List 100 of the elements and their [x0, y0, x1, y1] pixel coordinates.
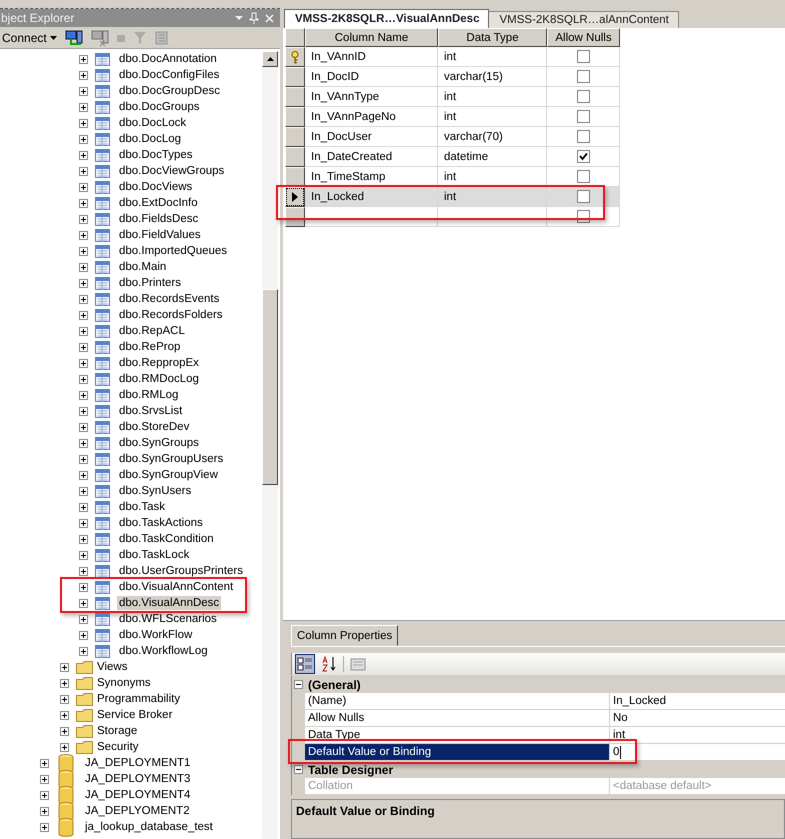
table-cell[interactable]: int — [438, 87, 547, 107]
tree-item[interactable]: dbo.WFLScenarios — [117, 612, 219, 626]
tree-item[interactable]: dbo.DocLog — [117, 132, 184, 146]
expand-icon[interactable] — [79, 598, 88, 608]
tree-item[interactable]: Storage — [95, 724, 140, 738]
tree-item[interactable]: dbo.UserGroupsPrinters — [117, 564, 245, 578]
expand-icon[interactable] — [60, 662, 69, 672]
expand-icon[interactable] — [60, 694, 69, 704]
expand-icon[interactable] — [79, 518, 88, 528]
row-header[interactable] — [285, 87, 305, 107]
expand-icon[interactable] — [79, 358, 88, 368]
tree-item[interactable]: JA_DEPLOYMENT1 — [83, 756, 192, 770]
row-header[interactable] — [285, 127, 305, 147]
tree-item[interactable]: dbo.StoreDev — [117, 420, 192, 434]
document-tab[interactable]: VMSS-2K8SQLR…VisualAnnDesc — [284, 9, 490, 28]
checkbox[interactable] — [576, 190, 590, 203]
expand-icon[interactable] — [79, 390, 88, 400]
expand-icon[interactable] — [79, 438, 88, 448]
tree-item[interactable]: dbo.DocGroups — [117, 100, 202, 114]
expand-icon[interactable] — [79, 294, 88, 304]
property-value[interactable]: 0 — [613, 746, 620, 758]
tree-item[interactable]: dbo.SynGroupUsers — [117, 452, 226, 466]
property-value[interactable]: int — [613, 729, 626, 741]
expand-icon[interactable] — [79, 198, 88, 208]
tree-item[interactable]: dbo.WorkflowLog — [117, 644, 210, 658]
expand-icon[interactable] — [79, 614, 88, 624]
expand-icon[interactable] — [60, 742, 69, 752]
tree-item[interactable]: Service Broker — [95, 708, 174, 722]
expand-icon[interactable] — [79, 86, 88, 96]
expand-icon[interactable] — [79, 422, 88, 432]
tree-item[interactable]: dbo.ExtDocInfo — [117, 196, 200, 210]
row-header[interactable] — [285, 147, 305, 167]
scrollbar-thumb[interactable] — [262, 289, 278, 485]
table-cell[interactable]: In_VAnnType — [305, 87, 438, 107]
checkbox[interactable] — [576, 50, 590, 63]
expand-icon[interactable] — [79, 246, 88, 256]
expand-icon[interactable] — [79, 54, 88, 64]
table-cell[interactable]: varchar(70) — [438, 127, 547, 147]
expand-icon[interactable] — [40, 822, 49, 832]
tree-item[interactable]: ja_lookup_database_test — [83, 820, 215, 834]
property-name[interactable]: Allow Nulls — [305, 710, 610, 727]
row-header[interactable] — [285, 47, 305, 67]
expand-icon[interactable] — [79, 230, 88, 240]
document-tab[interactable]: VMSS-2K8SQLR…alAnnContent — [488, 11, 679, 28]
tree-item[interactable]: dbo.SynGroups — [117, 436, 201, 450]
property-name[interactable]: (Name) — [305, 693, 610, 710]
tree-item[interactable]: dbo.ImportedQueues — [117, 244, 230, 258]
tree-item[interactable]: dbo.VisualAnnDesc — [117, 596, 222, 610]
tree-item[interactable]: dbo.DocViewGroups — [117, 164, 226, 178]
checkbox[interactable] — [576, 170, 590, 183]
connect-button[interactable]: Connect — [0, 30, 59, 44]
properties-tab[interactable]: Column Properties — [291, 625, 398, 646]
expand-icon[interactable] — [40, 790, 49, 800]
tree-item[interactable]: dbo.RMLog — [117, 388, 180, 402]
tree-item[interactable]: dbo.WorkFlow — [117, 628, 194, 642]
tree-item[interactable]: Security — [95, 740, 141, 754]
checkbox[interactable] — [576, 130, 590, 143]
tree-item[interactable]: dbo.DocAnnotation — [117, 52, 219, 66]
expand-icon[interactable] — [79, 134, 88, 144]
expand-icon[interactable] — [79, 70, 88, 80]
column-header[interactable]: Data Type — [438, 28, 547, 47]
table-cell[interactable]: datetime — [438, 147, 547, 167]
expand-icon[interactable] — [79, 374, 88, 384]
table-cell[interactable]: In_VAnnID — [305, 47, 438, 67]
tree-item[interactable]: JA_DEPLYOMENT2 — [83, 804, 192, 818]
expand-icon[interactable] — [79, 566, 88, 576]
table-cell[interactable]: int — [438, 47, 547, 67]
tree-item[interactable]: dbo.TaskCondition — [117, 532, 216, 546]
expand-icon[interactable] — [79, 630, 88, 640]
pin-icon[interactable] — [249, 12, 259, 24]
expand-icon[interactable] — [60, 710, 69, 720]
column-header[interactable]: Column Name — [305, 28, 438, 47]
tree-item[interactable]: Programmability — [95, 692, 182, 706]
expand-icon[interactable] — [79, 406, 88, 416]
table-cell[interactable]: varchar(15) — [438, 67, 547, 87]
tree-item[interactable]: dbo.SrvsList — [117, 404, 184, 418]
column-header[interactable]: Allow Nulls — [547, 28, 620, 47]
tree-item[interactable]: JA_DEPLOYMENT3 — [83, 772, 192, 786]
table-cell[interactable]: In_DateCreated — [305, 147, 438, 167]
expand-icon[interactable] — [79, 118, 88, 128]
expand-icon[interactable] — [60, 678, 69, 688]
expand-icon[interactable] — [40, 758, 49, 768]
checkbox[interactable] — [576, 110, 590, 123]
expand-icon[interactable] — [79, 454, 88, 464]
tree-item[interactable]: dbo.FieldValues — [117, 228, 203, 242]
categorized-button[interactable] — [295, 654, 315, 674]
expand-icon[interactable] — [79, 582, 88, 592]
expand-icon[interactable] — [79, 182, 88, 192]
scroll-up-button[interactable] — [262, 51, 278, 67]
property-value[interactable]: No — [613, 712, 628, 724]
expand-icon[interactable] — [40, 806, 49, 816]
tree-item[interactable]: dbo.Main — [117, 260, 168, 274]
table-cell[interactable]: In_DocID — [305, 67, 438, 87]
expand-icon[interactable] — [79, 646, 88, 656]
tree-item[interactable]: dbo.RMDocLog — [117, 372, 201, 386]
expand-icon[interactable] — [79, 534, 88, 544]
table-cell[interactable] — [305, 207, 438, 227]
tree-item[interactable]: Synonyms — [95, 676, 153, 690]
tree-item[interactable]: dbo.ReppropEx — [117, 356, 201, 370]
row-header[interactable] — [285, 67, 305, 87]
